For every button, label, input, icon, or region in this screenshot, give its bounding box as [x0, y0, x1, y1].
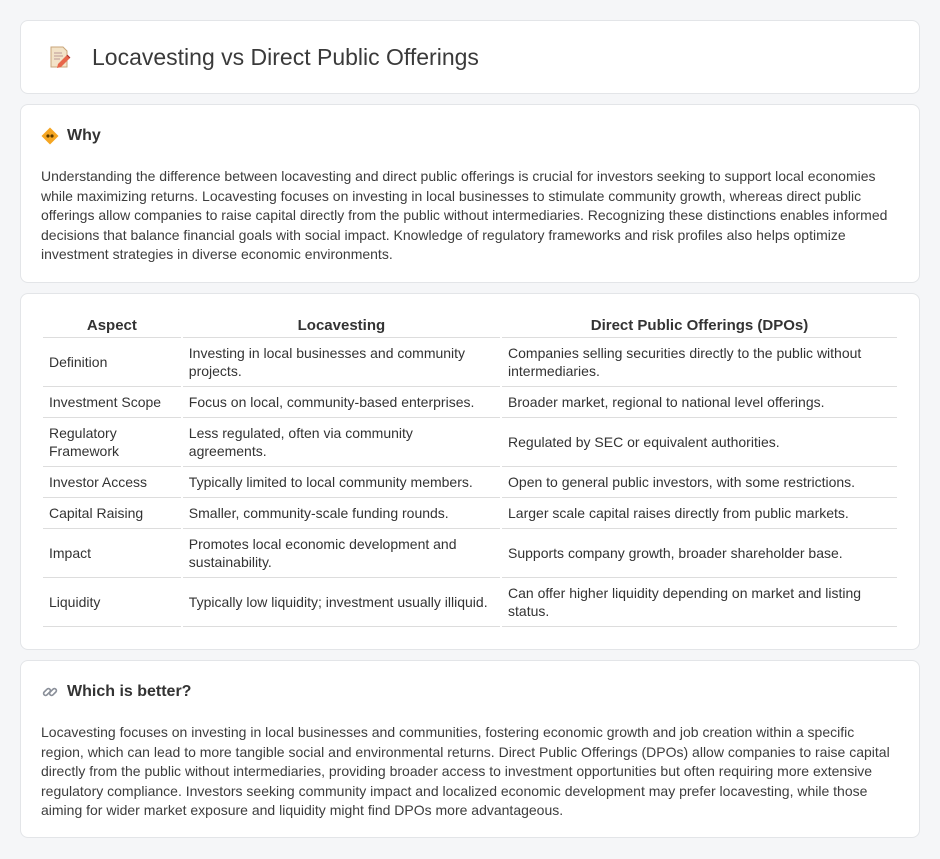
- table-row: Investor Access Typically limited to loc…: [43, 467, 897, 498]
- row-dpos: Broader market, regional to national lev…: [502, 387, 897, 418]
- why-section: Why Understanding the difference between…: [20, 104, 920, 283]
- link-icon: [41, 683, 59, 701]
- which-better-section: Which is better? Locavesting focuses on …: [20, 660, 920, 838]
- row-dpos: Companies selling securities directly to…: [502, 338, 897, 387]
- which-better-heading: Which is better?: [67, 683, 192, 700]
- row-locavesting: Less regulated, often via community agre…: [182, 418, 501, 467]
- row-aspect: Impact: [43, 529, 181, 578]
- header-locavesting: Locavesting: [182, 314, 501, 338]
- row-locavesting: Promotes local economic development and …: [182, 529, 501, 578]
- row-dpos: Can offer higher liquidity depending on …: [502, 578, 897, 627]
- row-dpos: Open to general public investors, with s…: [502, 467, 897, 498]
- header-dpos: Direct Public Offerings (DPOs): [502, 314, 897, 338]
- table-row: Regulatory Framework Less regulated, oft…: [43, 418, 897, 467]
- header-aspect: Aspect: [43, 314, 181, 338]
- table-row: Investment Scope Focus on local, communi…: [43, 387, 897, 418]
- row-aspect: Regulatory Framework: [43, 418, 181, 467]
- comparison-table: Aspect Locavesting Direct Public Offerin…: [41, 314, 899, 627]
- row-aspect: Capital Raising: [43, 498, 181, 529]
- row-aspect: Definition: [43, 338, 181, 387]
- row-aspect: Investor Access: [43, 467, 181, 498]
- row-dpos: Supports company growth, broader shareho…: [502, 529, 897, 578]
- which-better-text: Locavesting focuses on investing in loca…: [41, 724, 890, 819]
- row-locavesting: Investing in local businesses and commun…: [182, 338, 501, 387]
- row-locavesting: Smaller, community-scale funding rounds.: [182, 498, 501, 529]
- row-locavesting: Typically limited to local community mem…: [182, 467, 501, 498]
- diamond-sign-icon: [41, 127, 59, 145]
- title-card: Locavesting vs Direct Public Offerings: [20, 20, 920, 94]
- why-text: Understanding the difference between loc…: [41, 168, 888, 263]
- why-heading: Why: [67, 127, 101, 144]
- row-aspect: Liquidity: [43, 578, 181, 627]
- memo-pencil-icon: [46, 44, 72, 70]
- table-row: Liquidity Typically low liquidity; inves…: [43, 578, 897, 627]
- row-locavesting: Typically low liquidity; investment usua…: [182, 578, 501, 627]
- table-row: Capital Raising Smaller, community-scale…: [43, 498, 897, 529]
- table-row: Definition Investing in local businesses…: [43, 338, 897, 387]
- table-row: Impact Promotes local economic developme…: [43, 529, 897, 578]
- comparison-section: Aspect Locavesting Direct Public Offerin…: [20, 293, 920, 650]
- row-locavesting: Focus on local, community-based enterpri…: [182, 387, 501, 418]
- row-dpos: Larger scale capital raises directly fro…: [502, 498, 897, 529]
- row-dpos: Regulated by SEC or equivalent authoriti…: [502, 418, 897, 467]
- table-header-row: Aspect Locavesting Direct Public Offerin…: [43, 314, 897, 338]
- row-aspect: Investment Scope: [43, 387, 181, 418]
- page-title: Locavesting vs Direct Public Offerings: [92, 43, 479, 70]
